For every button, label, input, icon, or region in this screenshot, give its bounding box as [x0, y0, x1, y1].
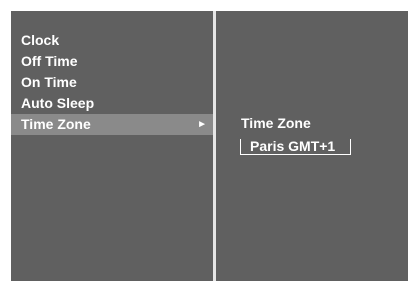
time-zone-value: Paris GMT+1 [250, 138, 336, 154]
menu-item-label: Clock [21, 32, 60, 48]
right-arrow-icon: ► [197, 119, 207, 130]
osd-menu-panel: Clock Off Time On Time Auto Sleep Time Z… [11, 11, 408, 281]
menu-item-label: Time Zone [21, 116, 91, 132]
menu-item-auto-sleep[interactable]: Auto Sleep [11, 93, 213, 114]
menu-item-time-zone[interactable]: Time Zone ► [11, 114, 213, 135]
menu-item-off-time[interactable]: Off Time [11, 51, 213, 72]
menu-item-label: On Time [21, 74, 77, 90]
setup-menu-list: Clock Off Time On Time Auto Sleep Time Z… [11, 30, 213, 135]
menu-item-label: Auto Sleep [21, 95, 95, 111]
menu-item-on-time[interactable]: On Time [11, 72, 213, 93]
panel-divider [213, 11, 216, 281]
menu-item-label: Off Time [21, 53, 78, 69]
submenu-title: Time Zone [241, 115, 311, 131]
time-zone-selector[interactable]: Paris GMT+1 [240, 139, 351, 155]
menu-item-clock[interactable]: Clock [11, 30, 213, 51]
